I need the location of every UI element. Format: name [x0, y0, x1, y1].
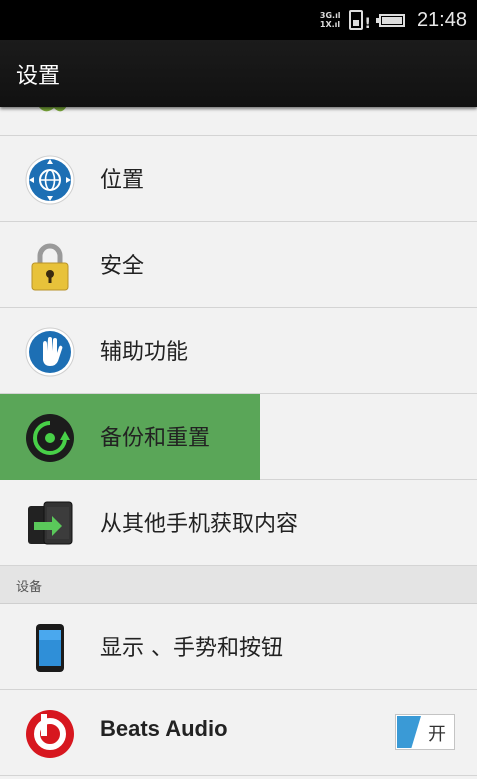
network-1x-label: 1X.ıl: [319, 20, 341, 29]
battery-icon: [375, 13, 405, 27]
settings-item-security[interactable]: 安全: [0, 222, 477, 308]
status-clock: 21:48: [416, 8, 467, 31]
settings-item-label: 从其他手机获取内容: [100, 512, 299, 537]
settings-item-accessibility[interactable]: 辅助功能: [0, 308, 477, 394]
settings-item-label: 安全: [100, 254, 145, 279]
padlock-icon: [31, 243, 69, 291]
section-header-device: 设备: [0, 566, 477, 604]
alert-icon: !: [364, 16, 371, 32]
status-icons: 3G.ıl 1X.ıl ! 21:48: [320, 0, 467, 40]
status-bar: 3G.ıl 1X.ıl ! 21:48: [0, 0, 477, 40]
phone-transfer-icon: [28, 501, 73, 545]
settings-item-label: Beats Audio: [100, 716, 228, 741]
toggle-on-indicator: [397, 716, 421, 748]
settings-item-display[interactable]: 显示 、手势和按钮: [0, 604, 477, 690]
phone-display-icon: [36, 624, 64, 672]
page-title: 设置: [16, 64, 61, 89]
settings-item-label: 辅助功能: [100, 340, 189, 365]
location-globe-icon: [25, 155, 75, 205]
action-bar: 设置: [0, 40, 477, 107]
beats-audio-toggle[interactable]: 开: [395, 714, 455, 750]
settings-item-transfer[interactable]: 从其他手机获取内容: [0, 480, 477, 566]
settings-item-beats-audio[interactable]: Beats Audio 开: [0, 690, 477, 776]
hand-icon: [25, 327, 75, 377]
section-label: 设备: [16, 580, 43, 595]
settings-item-backup-reset[interactable]: 备份和重置: [0, 394, 477, 480]
settings-item-label: 备份和重置: [100, 426, 211, 451]
backup-restore-icon: [26, 414, 74, 462]
toggle-label: 开: [428, 724, 446, 745]
sim-card-icon: [348, 10, 363, 30]
settings-item-label: 位置: [100, 168, 145, 193]
network-signal-icon: 3G.ıl 1X.ıl: [320, 11, 341, 29]
settings-item-location[interactable]: 位置: [0, 136, 477, 222]
beats-logo-icon: [26, 710, 74, 758]
settings-item-label: 显示 、手势和按钮: [100, 636, 283, 661]
network-3g-label: 3G.ıl: [319, 11, 341, 20]
